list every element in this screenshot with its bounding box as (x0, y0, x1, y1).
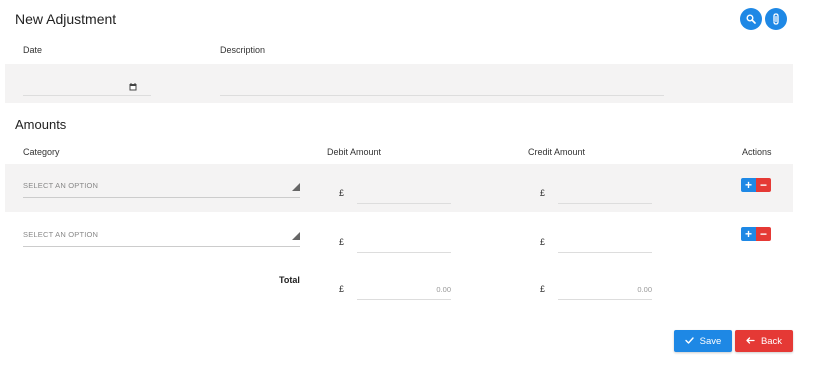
back-button-label: Back (760, 335, 783, 347)
add-row-button[interactable]: + (741, 227, 756, 241)
calendar-icon[interactable] (129, 78, 137, 96)
add-row-button[interactable]: + (741, 178, 756, 192)
category-select[interactable]: SELECT AN OPTION (23, 176, 300, 198)
search-button[interactable] (740, 8, 762, 30)
total-label: Total (279, 275, 300, 285)
total-credit-currency: £ (540, 284, 546, 294)
col-debit: Debit Amount (327, 147, 382, 157)
credit-amount-input[interactable] (558, 180, 652, 204)
debit-amount-input[interactable] (357, 229, 451, 253)
col-credit: Credit Amount (528, 147, 586, 157)
debit-currency: £ (339, 188, 345, 198)
remove-row-button[interactable]: − (756, 227, 771, 241)
col-category: Category (23, 147, 60, 157)
category-select-value: SELECT AN OPTION (23, 181, 99, 190)
dropdown-arrow-icon (292, 183, 300, 191)
dropdown-arrow-icon (292, 232, 300, 240)
row-actions: + − (741, 227, 771, 241)
date-label: Date (23, 45, 43, 55)
date-field[interactable] (23, 72, 151, 96)
total-credit-field: 0.00 (558, 277, 652, 300)
debit-currency: £ (339, 237, 345, 247)
description-field[interactable] (220, 72, 664, 96)
category-select[interactable]: SELECT AN OPTION (23, 225, 300, 247)
save-button-label: Save (699, 335, 722, 347)
category-select-value: SELECT AN OPTION (23, 230, 99, 239)
description-label: Description (220, 45, 266, 55)
back-button[interactable]: Back (735, 330, 793, 352)
debit-amount-input[interactable] (357, 180, 451, 204)
total-debit-field: 0.00 (357, 277, 451, 300)
search-icon (746, 14, 756, 24)
attach-button[interactable] (765, 8, 787, 30)
remove-row-button[interactable]: − (756, 178, 771, 192)
amounts-title: Amounts (15, 117, 67, 132)
check-icon (684, 336, 694, 347)
total-credit-value: 0.00 (637, 285, 652, 294)
row-actions: + − (741, 178, 771, 192)
arrow-left-icon (746, 336, 755, 347)
total-debit-value: 0.00 (436, 285, 451, 294)
total-debit-currency: £ (339, 284, 345, 294)
paperclip-icon (771, 13, 781, 25)
col-actions: Actions (742, 147, 772, 157)
credit-amount-input[interactable] (558, 229, 652, 253)
save-button[interactable]: Save (674, 330, 732, 352)
page-title: New Adjustment (15, 11, 117, 27)
credit-currency: £ (540, 237, 546, 247)
credit-currency: £ (540, 188, 546, 198)
